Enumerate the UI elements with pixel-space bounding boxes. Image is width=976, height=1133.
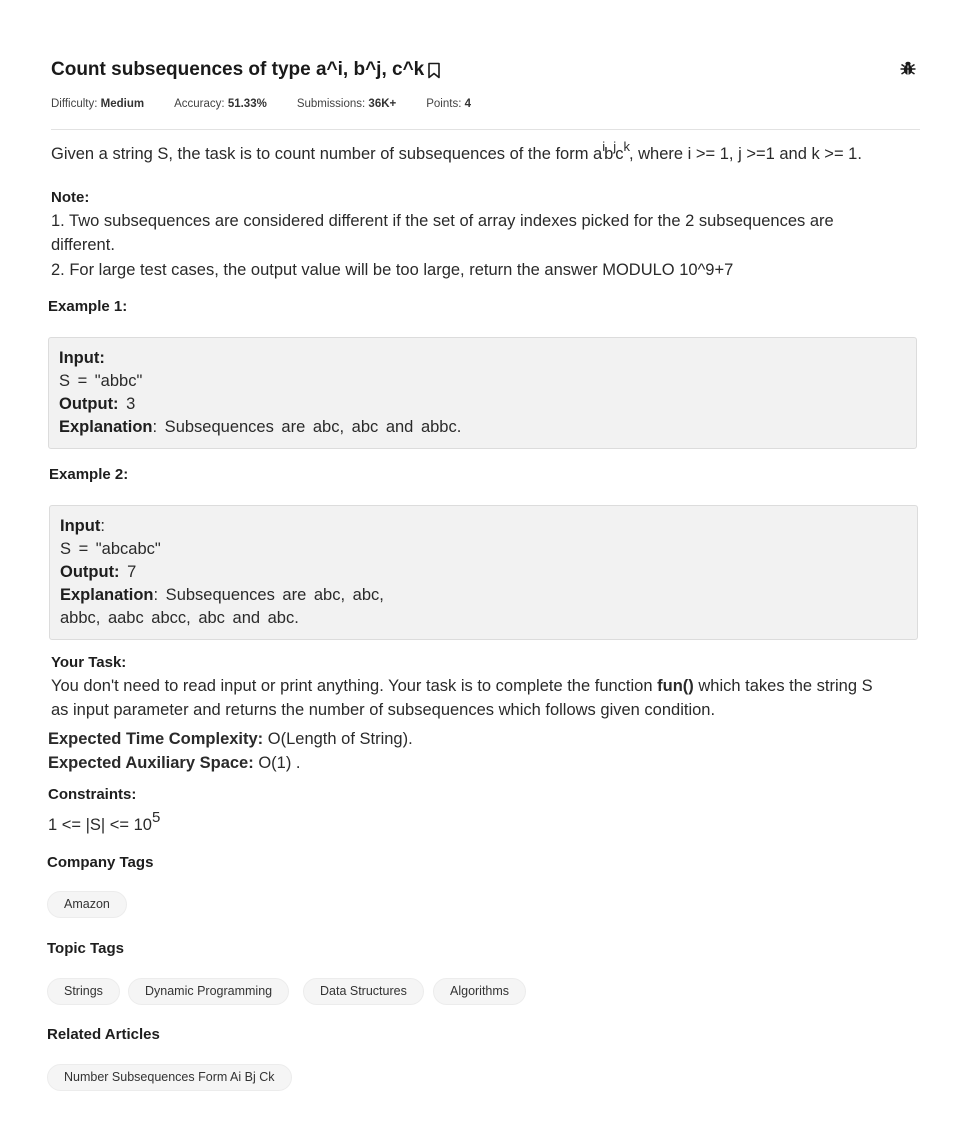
- example-1-heading: Example 1:: [48, 298, 128, 315]
- points-meta: Points: 4: [426, 98, 472, 110]
- example-1-explanation: : Subsequences are abc, abc and abbc.: [152, 418, 462, 436]
- example-1-output-label: Output:: [59, 395, 119, 413]
- submissions-value: 36K+: [368, 98, 397, 110]
- divider: [51, 129, 920, 130]
- function-name: fun(): [657, 677, 694, 695]
- constraints-heading: Constraints:: [48, 786, 137, 803]
- example-1-output-value: 3: [126, 395, 136, 413]
- related-articles-heading: Related Articles: [47, 1026, 160, 1043]
- example-2-heading: Example 2:: [49, 466, 129, 483]
- difficulty-meta: Difficulty: Medium: [51, 98, 145, 110]
- example-2-explanation-label: Explanation: [60, 586, 154, 604]
- example-2-box: Input: S = "abcabc" Output: 7 Explanatio…: [49, 505, 918, 640]
- related-article-link[interactable]: Number Subsequences Form Ai Bj Ck: [47, 1064, 292, 1091]
- submissions-meta: Submissions: 36K+: [296, 98, 397, 110]
- problem-page: Count subsequences of type a^i, b^j, c^k…: [0, 0, 976, 1133]
- topic-tag-data-structures[interactable]: Data Structures: [303, 978, 424, 1005]
- problem-title: Count subsequences of type a^i, b^j, c^k: [51, 59, 425, 80]
- example-1-input-label: Input:: [59, 349, 105, 367]
- company-tag-amazon[interactable]: Amazon: [47, 891, 127, 918]
- topic-tags-heading: Topic Tags: [47, 940, 124, 957]
- points-value: 4: [464, 98, 472, 110]
- example-1-explanation-label: Explanation: [59, 418, 153, 436]
- problem-meta: Difficulty: Medium Accuracy: 51.33% Subm…: [51, 96, 471, 112]
- your-task-heading: Your Task:: [51, 654, 127, 671]
- example-2-explanation-line2: abbc, aabc abcc, abc and abc.: [60, 609, 299, 627]
- note-1: 1. Two subsequences are considered diffe…: [51, 212, 834, 254]
- example-2-input-label: Input: [60, 517, 101, 535]
- topic-tag-algorithms[interactable]: Algorithms: [433, 978, 527, 1005]
- example-2-input-value: S = "abcabc": [60, 540, 161, 558]
- note-heading: Note:: [51, 189, 90, 206]
- time-complexity: Expected Time Complexity: O(Length of St…: [48, 730, 413, 748]
- accuracy-value: 51.33%: [227, 98, 267, 110]
- bug-report-icon[interactable]: [899, 59, 917, 77]
- example-1-input-value: S = "abbc": [59, 372, 143, 390]
- space-complexity: Expected Auxiliary Space: O(1) .: [48, 754, 301, 772]
- topic-tag-strings[interactable]: Strings: [47, 978, 120, 1005]
- example-2-output-value: 7: [127, 563, 137, 581]
- your-task-text: You don't need to read input or print an…: [51, 677, 873, 719]
- company-tags-heading: Company Tags: [47, 854, 154, 871]
- constraints-text: 1 <= |S| <= 105: [48, 809, 161, 834]
- problem-title-wrap: Count subsequences of type a^i, b^j, c^k: [51, 56, 441, 84]
- accuracy-meta: Accuracy: 51.33%: [174, 98, 267, 110]
- bookmark-icon[interactable]: [427, 62, 441, 79]
- example-2-output-label: Output:: [60, 563, 120, 581]
- problem-statement: Given a string S, the task is to count n…: [51, 139, 862, 163]
- note-2: 2. For large test cases, the output valu…: [51, 261, 734, 279]
- difficulty-value: Medium: [100, 98, 145, 110]
- example-2-explanation-line1: : Subsequences are abc, abc,: [153, 586, 384, 604]
- example-1-box: Input: S = "abbc" Output: 3 Explanation:…: [48, 337, 917, 449]
- topic-tag-dynamic-programming[interactable]: Dynamic Programming: [128, 978, 290, 1005]
- title-row: Count subsequences of type a^i, b^j, c^k: [51, 56, 921, 86]
